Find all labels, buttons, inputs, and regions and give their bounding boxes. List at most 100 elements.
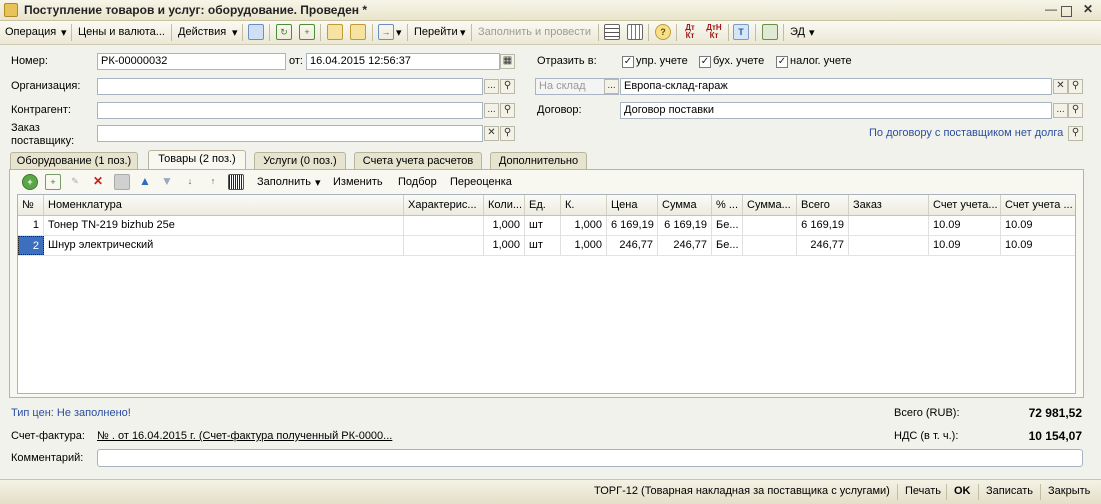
scan-document-icon[interactable] [762, 24, 778, 40]
cell-account-1[interactable]: 10.09 [929, 216, 1001, 235]
cell-vat-sum[interactable] [743, 236, 797, 255]
debit-credit-icon[interactable]: Дт Кт [682, 24, 698, 40]
col-header-account-2[interactable]: Счет учета ... [1001, 195, 1075, 215]
organization-field[interactable] [97, 78, 483, 95]
cell-sum[interactable]: 6 169,19 [658, 216, 712, 235]
fill-post-button[interactable]: Заполнить и провести [478, 26, 591, 38]
cell-unit[interactable]: шт [525, 236, 561, 255]
operation-menu[interactable]: Операция [5, 26, 56, 38]
tab-services[interactable]: Услуги (0 поз.) [254, 152, 346, 169]
cell-order[interactable] [849, 236, 929, 255]
fill-menu[interactable]: Заполнить [257, 176, 311, 188]
col-header-sum[interactable]: Сумма [658, 195, 712, 215]
save-button[interactable]: Записать [986, 485, 1033, 497]
toggle-totals-icon[interactable]: T [733, 24, 749, 40]
edit-row-icon[interactable]: ✎ [67, 174, 83, 190]
cell-account-1[interactable]: 10.09 [929, 236, 1001, 255]
ok-button[interactable]: OK [954, 485, 971, 497]
add-row-icon[interactable]: + [22, 174, 38, 190]
print-button[interactable]: Печать [905, 485, 941, 497]
comment-field[interactable] [97, 449, 1083, 467]
minimize-icon[interactable]: — [1043, 2, 1059, 18]
contractor-select-button[interactable]: ... [484, 103, 499, 118]
contractor-field[interactable] [97, 102, 483, 119]
tax-accounting-icon[interactable]: ДтН Кт [706, 24, 722, 40]
price-type-link[interactable]: Тип цен: Не заполнено! [11, 407, 131, 419]
warehouse-field[interactable]: Европа-склад-гараж [620, 78, 1052, 95]
col-header-order[interactable]: Заказ [849, 195, 929, 215]
list-view-icon[interactable] [604, 24, 620, 40]
prices-button[interactable]: Цены и валюта... [78, 26, 165, 38]
order-search-icon[interactable]: ⚲ [500, 126, 515, 141]
col-header-coefficient[interactable]: К. [561, 195, 607, 215]
delete-row-icon[interactable]: ✕ [90, 174, 106, 190]
col-header-vat-sum[interactable]: Сумма... [743, 195, 797, 215]
contractor-search-icon[interactable]: ⚲ [500, 103, 515, 118]
cell-unit[interactable]: шт [525, 216, 561, 235]
maximize-icon[interactable] [1061, 6, 1072, 17]
cell-nomenclature[interactable]: Тонер TN-219 bizhub 25e [44, 216, 404, 235]
movements-icon[interactable] [350, 24, 366, 40]
move-up-icon[interactable]: ▲ [137, 174, 153, 190]
cell-vat-sum[interactable] [743, 216, 797, 235]
table-view-icon[interactable] [627, 24, 643, 40]
number-field[interactable]: РК-00000032 [97, 53, 286, 70]
cell-coefficient[interactable]: 1,000 [561, 236, 607, 255]
calendar-icon[interactable]: ▦ [500, 54, 515, 69]
warehouse-search-icon[interactable]: ⚲ [1068, 79, 1083, 94]
structure-icon[interactable] [327, 24, 343, 40]
col-header-nomenclature[interactable]: Номенклатура [44, 195, 404, 215]
tab-equipment[interactable]: Оборудование (1 поз.) [10, 152, 138, 169]
date-field[interactable]: 16.04.2015 12:56:37 [306, 53, 500, 70]
col-header-vat-rate[interactable]: % ... [712, 195, 743, 215]
sort-asc-icon[interactable]: ↓ [182, 174, 198, 190]
table-row[interactable]: 2 Шнур электрический 1,000 шт 1,000 246,… [18, 236, 1075, 256]
debt-status-link[interactable]: По договору с поставщиком нет долга [869, 127, 1063, 139]
debt-search-icon[interactable]: ⚲ [1068, 126, 1083, 141]
sort-desc-icon[interactable]: ↑ [205, 174, 221, 190]
col-header-unit[interactable]: Ед. [525, 195, 561, 215]
col-header-quantity[interactable]: Коли... [484, 195, 525, 215]
reprice-button[interactable]: Переоценка [450, 176, 512, 188]
contract-select-button[interactable]: ... [1053, 103, 1068, 118]
tab-goods[interactable]: Товары (2 поз.) [148, 150, 246, 170]
select-button[interactable]: Подбор [398, 176, 437, 188]
organization-select-button[interactable]: ... [484, 79, 499, 94]
actions-menu[interactable]: Действия [178, 26, 226, 38]
accounting-checkbox[interactable]: ✓ [699, 56, 711, 68]
cell-order[interactable] [849, 216, 929, 235]
cell-nomenclature[interactable]: Шнур электрический [44, 236, 404, 255]
cell-price[interactable]: 6 169,19 [607, 216, 658, 235]
cell-coefficient[interactable]: 1,000 [561, 216, 607, 235]
cell-quantity[interactable]: 1,000 [484, 216, 525, 235]
close-window-icon[interactable]: ✕ [1080, 2, 1096, 18]
cell-account-2[interactable]: 10.09 [1001, 216, 1075, 235]
cell-sum[interactable]: 246,77 [658, 236, 712, 255]
close-button[interactable]: Закрыть [1048, 485, 1090, 497]
col-header-total[interactable]: Всего [797, 195, 849, 215]
torg12-print-button[interactable]: ТОРГ-12 (Товарная накладная за поставщик… [594, 485, 890, 497]
post-document-icon[interactable] [248, 24, 264, 40]
copy-row-icon[interactable]: + [45, 174, 61, 190]
copy-document-icon[interactable]: + [299, 24, 315, 40]
tax-accounting-checkbox[interactable]: ✓ [776, 56, 788, 68]
mgmt-accounting-checkbox[interactable]: ✓ [622, 56, 634, 68]
refresh-icon[interactable]: ↻ [276, 24, 292, 40]
col-header-number[interactable]: № [18, 195, 44, 215]
col-header-price[interactable]: Цена [607, 195, 658, 215]
invoice-link[interactable]: № . от 16.04.2015 г. (Счет-фактура получ… [97, 430, 392, 442]
col-header-characteristic[interactable]: Характерис... [404, 195, 484, 215]
warehouse-clear-icon[interactable]: ✕ [1053, 79, 1068, 94]
order-clear-icon[interactable]: ✕ [484, 126, 499, 141]
move-down-icon[interactable]: ▼ [159, 174, 175, 190]
change-button[interactable]: Изменить [333, 176, 383, 188]
organization-search-icon[interactable]: ⚲ [500, 79, 515, 94]
order-field[interactable] [97, 125, 483, 142]
cell-vat-rate[interactable]: Бе... [712, 216, 743, 235]
cell-characteristic[interactable] [404, 216, 484, 235]
warehouse-placeholder-select-button[interactable]: ... [604, 79, 619, 94]
help-icon[interactable]: ? [655, 24, 671, 40]
cell-total[interactable]: 246,77 [797, 236, 849, 255]
barcode-icon[interactable] [228, 174, 244, 190]
goto-menu[interactable]: Перейти [414, 26, 458, 38]
